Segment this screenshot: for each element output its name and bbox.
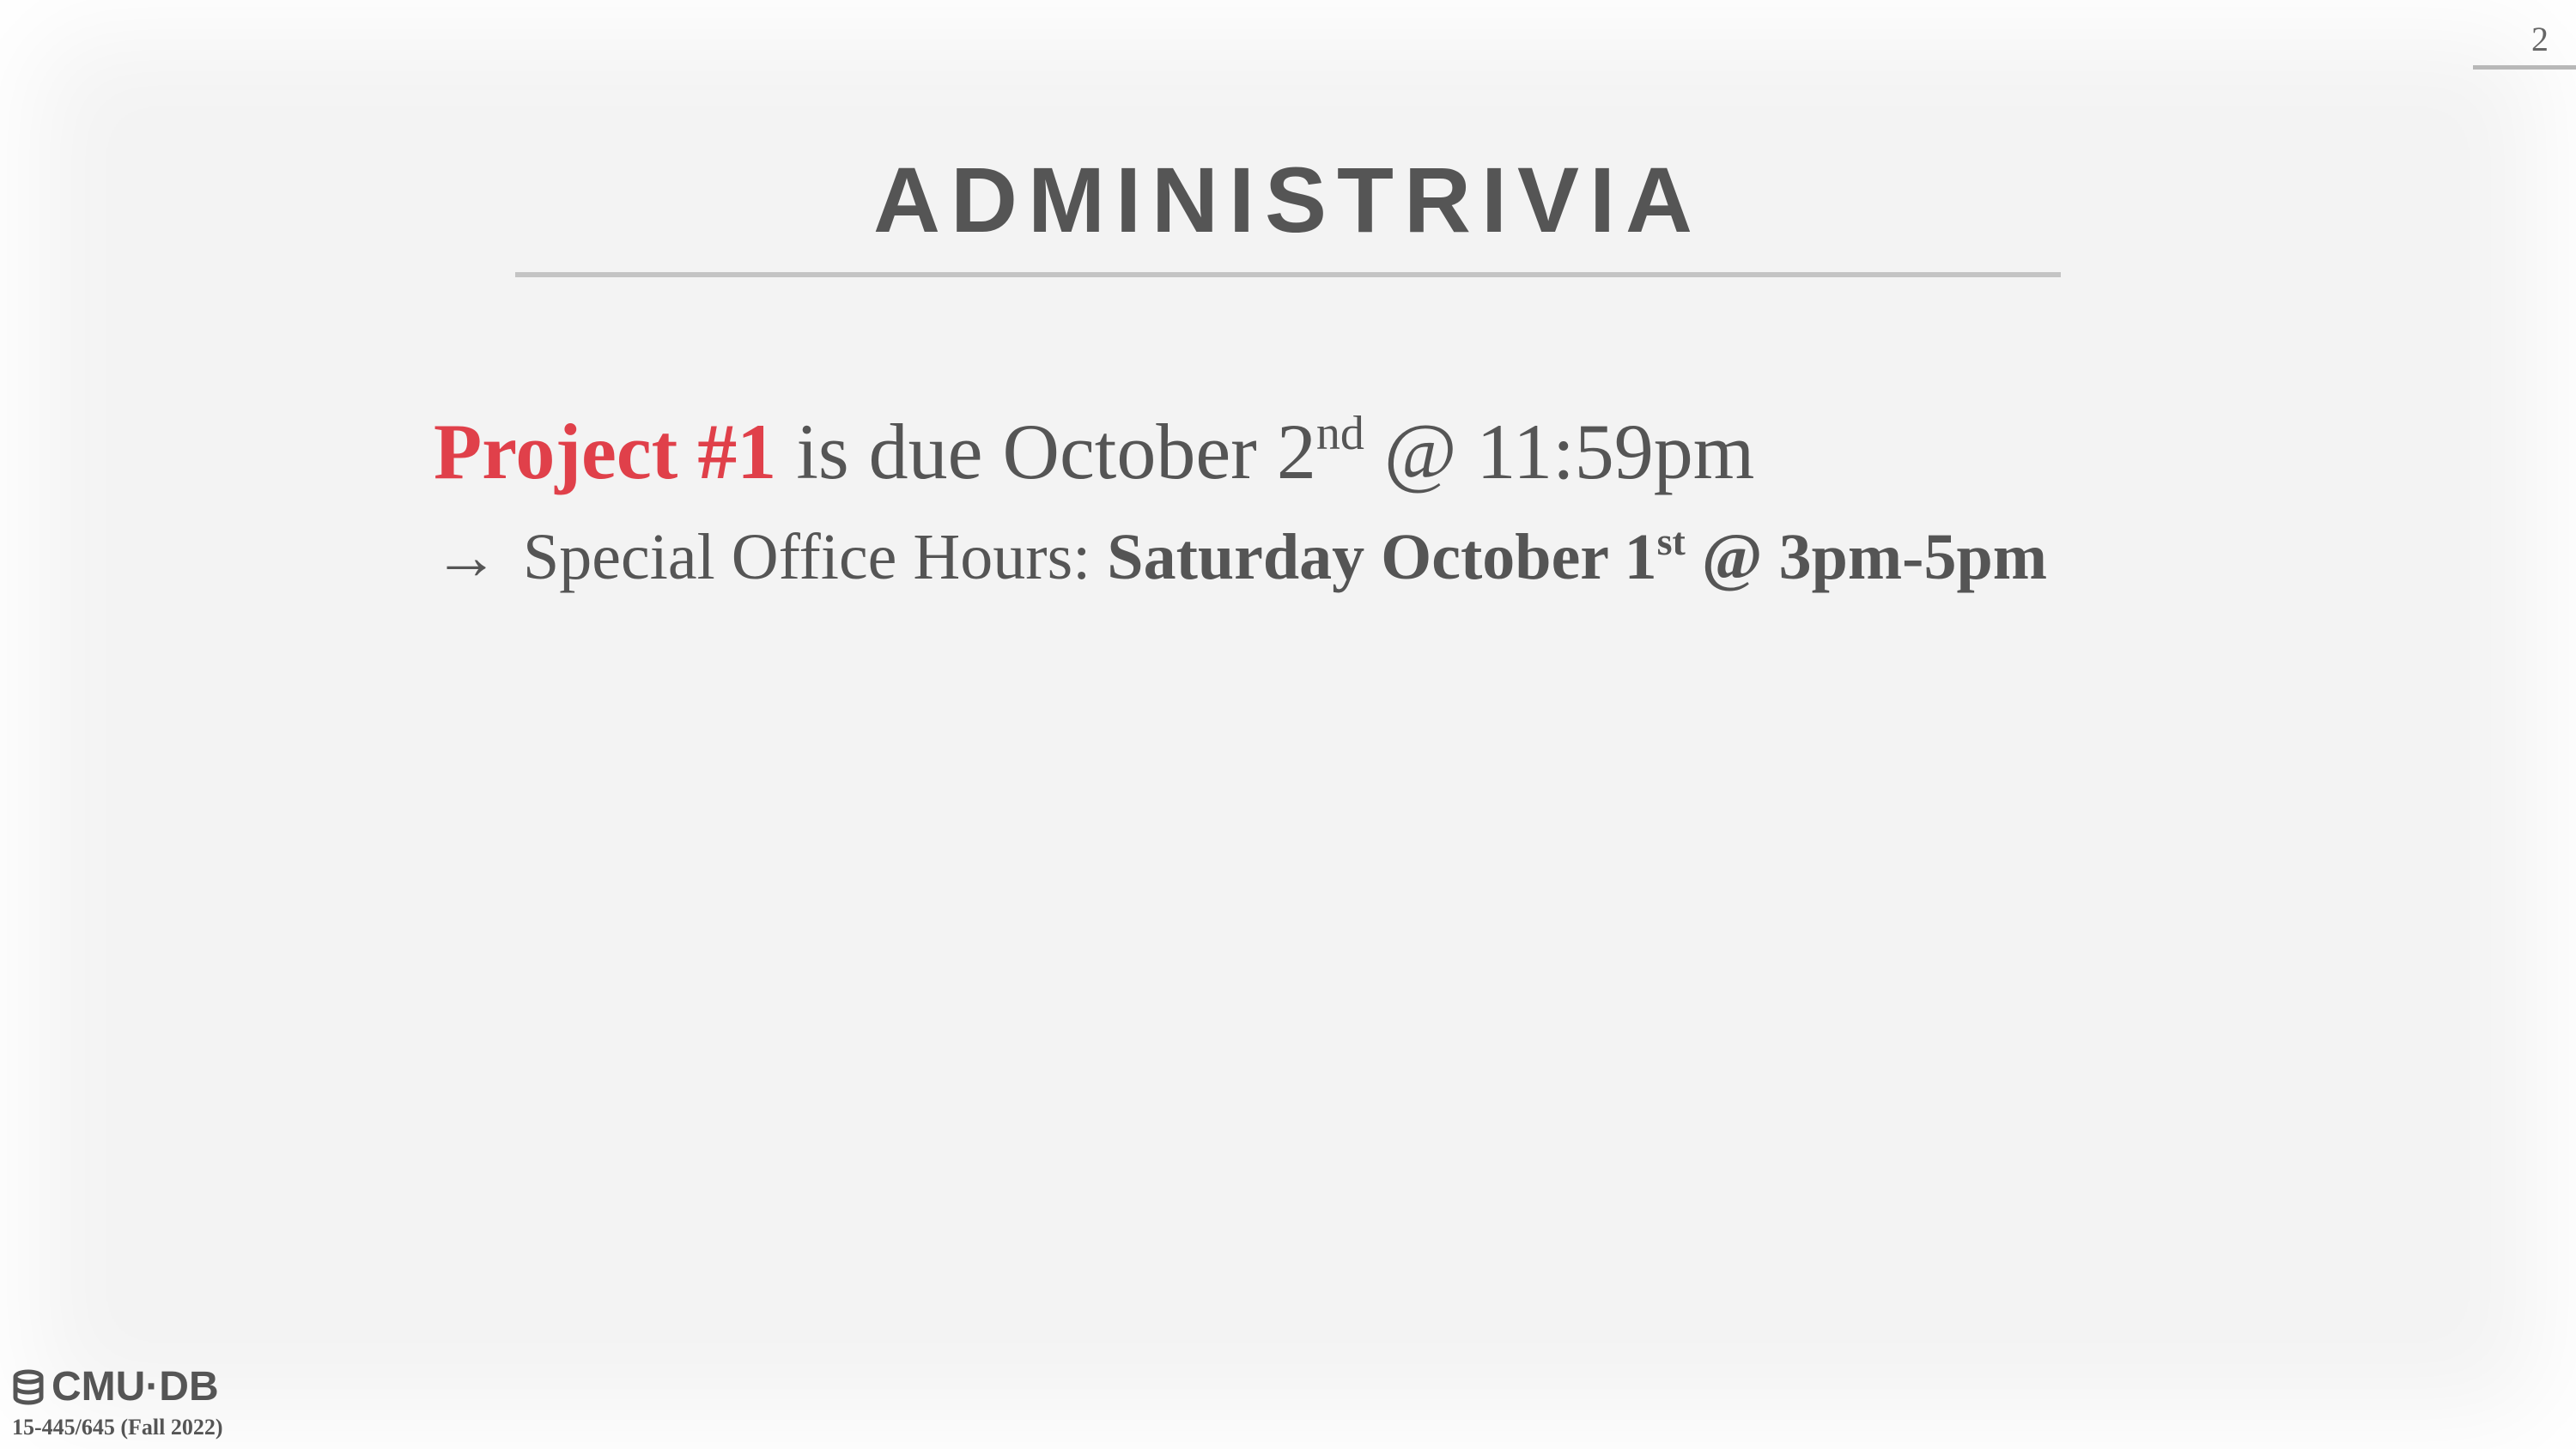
page-number: 2 (2531, 20, 2549, 58)
office-hours-date: Saturday October 1 (1107, 521, 1657, 593)
page-number-rule (2473, 65, 2576, 70)
title-divider (515, 272, 2061, 277)
arrow-right-icon: → (434, 521, 499, 593)
cmu-db-logo: CMU·DB (12, 1363, 219, 1410)
slide-content: Project #1 is due October 2nd @ 11:59pm … (434, 386, 2409, 598)
logo-text: CMU·DB (52, 1364, 219, 1410)
office-hours-ordinal-sup: st (1656, 519, 1686, 563)
date-ordinal-sup: nd (1315, 407, 1364, 460)
slide: 2 ADMINISTRIVIA Project #1 is due Octobe… (0, 0, 2576, 1449)
bullet-project-due: Project #1 is due October 2nd @ 11:59pm (434, 386, 2409, 499)
project-label: Project #1 (434, 408, 777, 495)
office-hours-label: Special Office Hours: (523, 521, 1108, 593)
due-time: @ 11:59pm (1364, 408, 1755, 495)
office-hours-time: @ 3pm-5pm (1685, 521, 2048, 593)
sub-bullet-office-hours: → Special Office Hours: Saturday October … (434, 500, 2409, 598)
slide-title: ADMINISTRIVIA (873, 148, 1703, 252)
database-icon (13, 1369, 44, 1405)
course-label: 15-445/645 (Fall 2022) (12, 1415, 223, 1440)
due-text: is due October 2 (776, 408, 1316, 495)
